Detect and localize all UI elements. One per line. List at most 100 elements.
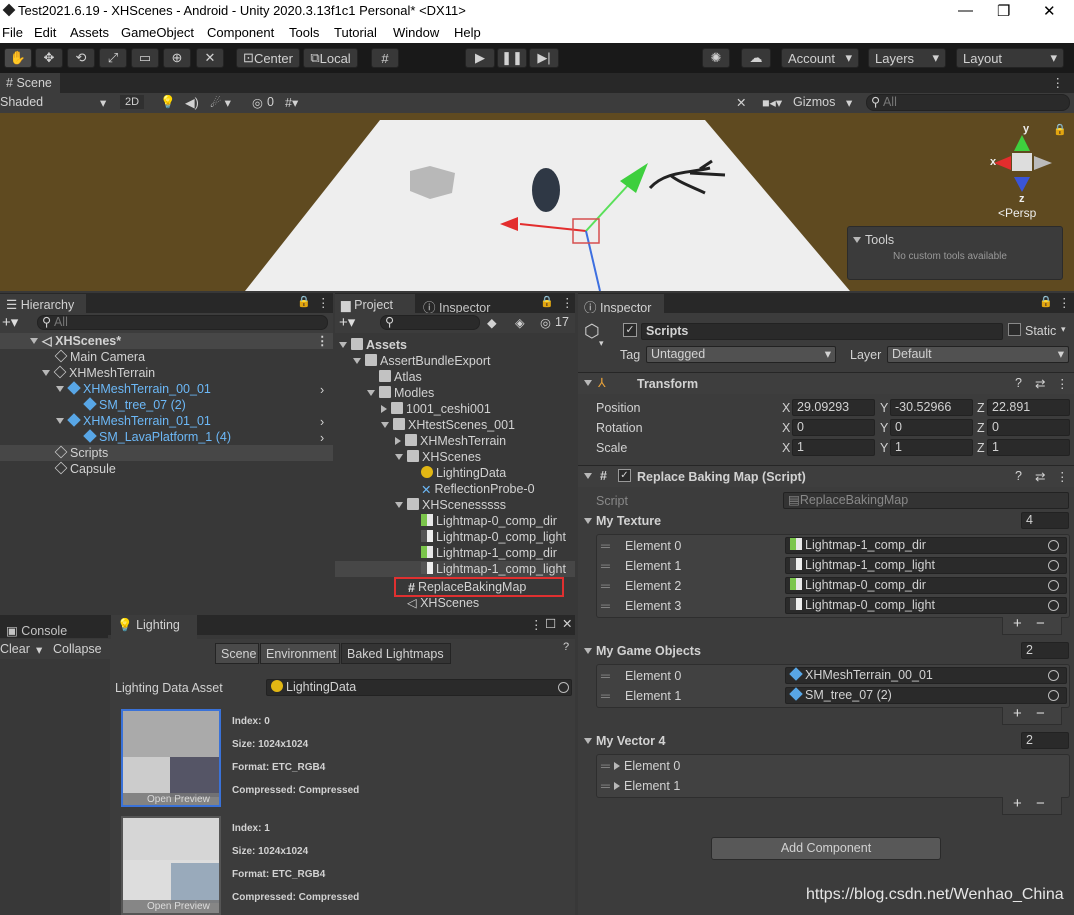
add-element-icon[interactable]: + (1013, 795, 1022, 812)
gameobject-name-field[interactable]: Scripts (641, 323, 1003, 340)
lightmap-preview-1[interactable]: Open Preview (121, 816, 221, 915)
scale-z-field[interactable]: 1 (987, 439, 1070, 456)
my-vector4-size-field[interactable]: 2 (1021, 732, 1069, 749)
component-enabled-checkbox[interactable]: ✓ (618, 469, 631, 482)
hierarchy-item[interactable]: XHMeshTerrain_01_01 (56, 413, 211, 429)
dropdown-arrow-icon[interactable]: ▾ (1061, 324, 1066, 335)
project-search-input[interactable]: ⚲ (380, 315, 480, 330)
scene-viewport[interactable]: y x z <Persp 🔒 Tools No custom tools ava… (0, 113, 1074, 291)
object-picker-icon[interactable] (1048, 600, 1059, 611)
more-icon[interactable]: ⋮ (1058, 295, 1071, 310)
audio-toggle-icon[interactable]: ◀) (185, 95, 199, 110)
folder-item[interactable]: XHtestScenes_001 (381, 417, 515, 433)
menu-gameobject[interactable]: GameObject (121, 25, 194, 40)
asset-item[interactable]: ◁ XHScenes (407, 595, 479, 611)
position-y-field[interactable]: -30.52966 (890, 399, 973, 416)
position-z-field[interactable]: 22.891 (987, 399, 1070, 416)
chevron-right-icon[interactable]: › (320, 415, 324, 429)
asset-item-highlighted[interactable]: # ReplaceBakingMap (394, 577, 564, 597)
add-element-icon[interactable]: + (1013, 705, 1022, 722)
my-game-objects-foldout[interactable]: My Game Objects (584, 644, 701, 658)
tab-inspector[interactable]: ⓘ Inspector (578, 294, 664, 315)
drag-handle-icon[interactable]: ═ (601, 689, 610, 703)
remove-element-icon[interactable]: − (1036, 615, 1045, 632)
orientation-z-cone[interactable] (1014, 177, 1030, 192)
custom-tool-icon[interactable]: ✕ (196, 48, 224, 68)
persp-label[interactable]: <Persp (998, 206, 1036, 220)
remove-element-icon[interactable]: − (1036, 705, 1045, 722)
x-axis-label[interactable]: X (782, 421, 790, 435)
texture-element-field[interactable]: Lightmap-1_comp_dir (785, 537, 1067, 554)
chevron-right-icon[interactable]: › (320, 431, 324, 445)
my-game-objects-size-field[interactable]: 2 (1021, 642, 1069, 659)
my-vector4-foldout[interactable]: My Vector 4 (584, 734, 665, 748)
lock-icon[interactable]: 🔒 (1039, 295, 1053, 308)
menu-edit[interactable]: Edit (34, 25, 56, 40)
lighting-tab-baked-lightmaps[interactable]: Baked Lightmaps (341, 643, 451, 664)
folder-item[interactable]: XHMeshTerrain (395, 433, 506, 449)
step-button[interactable]: ▶| (529, 48, 559, 68)
remove-element-icon[interactable]: − (1036, 795, 1045, 812)
close-button[interactable]: ✕ (1043, 2, 1056, 20)
tab-lighting[interactable]: 💡 Lighting (111, 615, 197, 639)
rotation-z-field[interactable]: 0 (987, 419, 1070, 436)
drag-handle-icon[interactable]: ═ (601, 539, 610, 553)
z-axis-label[interactable]: Z (977, 421, 985, 435)
scene-search-input[interactable]: ⚲ All (866, 94, 1070, 111)
drag-handle-icon[interactable]: ═ (601, 579, 610, 593)
y-axis-label[interactable]: Y (880, 441, 888, 455)
scale-tool-icon[interactable]: ⤢ (99, 48, 127, 68)
more-icon[interactable]: ⋮ (1052, 75, 1065, 90)
object-picker-icon[interactable] (1048, 540, 1059, 551)
texture-element-field[interactable]: Lightmap-0_comp_dir (785, 577, 1067, 594)
more-icon[interactable]: ⋮ (530, 617, 543, 632)
folder-item[interactable]: XHScenes (395, 449, 481, 465)
filter-type-icon[interactable]: ◆ (487, 315, 497, 330)
tools-toggle-icon[interactable]: ✕ (736, 95, 746, 110)
orientation-negx-cone[interactable] (1034, 156, 1052, 170)
tab-console[interactable]: ▣ Console (0, 620, 108, 638)
transform-header[interactable]: ⅄ Transform ? ⇄ ⋮ (578, 372, 1074, 394)
scale-y-field[interactable]: 1 (890, 439, 973, 456)
hierarchy-item[interactable]: SM_LavaPlatform_1 (4) (83, 429, 231, 445)
vector-element-row[interactable]: Element 0 (614, 759, 680, 773)
layout-dropdown[interactable]: Layout ▾ (956, 48, 1064, 68)
asset-item[interactable]: LightingData (421, 465, 506, 481)
object-picker-icon[interactable] (1048, 670, 1059, 681)
open-preview-label[interactable]: Open Preview (123, 900, 219, 913)
asset-item[interactable]: Lightmap-1_comp_dir (421, 545, 557, 561)
z-axis-label[interactable]: Z (977, 441, 985, 455)
gameobject-element-field[interactable]: SM_tree_07 (2) (785, 687, 1067, 704)
console-clear-button[interactable]: Clear (0, 642, 30, 656)
menu-tools[interactable]: Tools (289, 25, 319, 40)
folder-assets[interactable]: Assets (339, 337, 407, 353)
x-axis-label[interactable]: X (782, 401, 790, 415)
transform-tool-icon[interactable]: ⊕ (163, 48, 191, 68)
more-icon[interactable]: ⋮ (1056, 469, 1069, 484)
hierarchy-search-input[interactable]: ⚲ All (37, 315, 328, 330)
lighting-tab-scene[interactable]: Scene (215, 643, 259, 664)
presets-icon[interactable]: ⇄ (1035, 376, 1045, 391)
camera-icon[interactable]: ■◂▾ (762, 95, 782, 110)
y-axis-label[interactable]: Y (880, 421, 888, 435)
add-component-button[interactable]: Add Component (711, 837, 941, 860)
more-icon[interactable]: ⋮ (317, 295, 330, 310)
rotation-y-field[interactable]: 0 (890, 419, 973, 436)
z-axis-label[interactable]: Z (977, 401, 985, 415)
x-axis-label[interactable]: X (782, 441, 790, 455)
help-icon[interactable]: ? (1015, 376, 1022, 390)
pause-button[interactable]: ❚❚ (497, 48, 527, 68)
menu-assets[interactable]: Assets (70, 25, 109, 40)
menu-tutorial[interactable]: Tutorial (334, 25, 377, 40)
asset-item[interactable]: Lightmap-0_comp_dir (421, 513, 557, 529)
close-panel-icon[interactable]: ✕ (562, 616, 572, 631)
maximize-button[interactable]: ❐ (997, 2, 1010, 20)
shading-mode-dropdown[interactable]: Shaded (0, 95, 43, 109)
menu-help[interactable]: Help (454, 25, 481, 40)
texture-element-field[interactable]: Lightmap-1_comp_light (785, 557, 1067, 574)
menu-window[interactable]: Window (393, 25, 439, 40)
maximize-panel-icon[interactable]: ☐ (545, 616, 556, 631)
texture-element-field[interactable]: Lightmap-0_comp_light (785, 597, 1067, 614)
hierarchy-item[interactable]: XHMeshTerrain (42, 365, 155, 381)
filter-label-icon[interactable]: ◈ (515, 315, 525, 330)
